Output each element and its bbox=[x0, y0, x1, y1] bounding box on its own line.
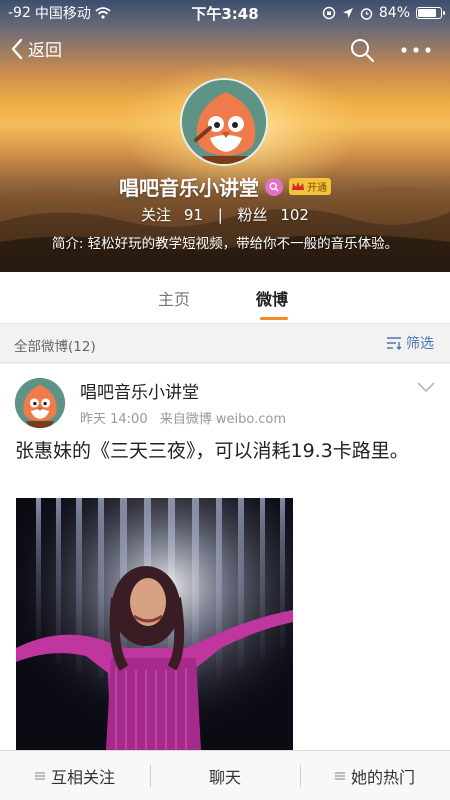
tab-weibo[interactable]: 微博 bbox=[256, 286, 288, 310]
orientation-lock-icon bbox=[322, 6, 336, 20]
followers-count: 102 bbox=[280, 206, 309, 224]
following-stat[interactable]: 关注 91 bbox=[141, 206, 208, 224]
search-icon[interactable] bbox=[348, 36, 376, 64]
followers-stat[interactable]: 粉丝 102 bbox=[238, 206, 309, 224]
location-icon bbox=[342, 8, 353, 18]
back-label: 返回 bbox=[28, 41, 62, 61]
followers-label: 粉丝 bbox=[237, 206, 268, 224]
singer-photo bbox=[16, 498, 293, 750]
chevron-left-icon bbox=[11, 38, 23, 59]
profile-name: 唱吧音乐小讲堂 bbox=[119, 176, 259, 200]
mascot-avatar-image bbox=[182, 80, 266, 164]
carrier-name: 中国移动 bbox=[34, 6, 91, 22]
filter-button[interactable]: 筛选 bbox=[386, 333, 434, 353]
all-posts-count: 全部微博(12) bbox=[14, 339, 96, 355]
crown-icon bbox=[292, 182, 304, 190]
more-icon[interactable] bbox=[398, 36, 434, 64]
her-popular-label: 她的热门 bbox=[350, 767, 415, 787]
active-tab-indicator bbox=[260, 317, 288, 320]
status-bar: -92 中国移动 下午3:48 84% bbox=[0, 0, 450, 26]
stats-separator: | bbox=[217, 206, 223, 224]
mutual-follow-label: 互相关注 bbox=[50, 767, 115, 787]
filter-bar: 全部微博(12) 筛选 bbox=[0, 325, 450, 363]
post-image[interactable] bbox=[16, 498, 293, 750]
status-left: -92 中国移动 bbox=[8, 3, 178, 23]
chevron-down-icon[interactable] bbox=[416, 380, 436, 394]
post-text: 张惠妹的《三天三夜》，可以消耗19.3卡路里。 bbox=[15, 440, 409, 462]
vip-label: 开通 bbox=[307, 183, 327, 194]
mascot-avatar-image bbox=[15, 378, 65, 428]
verified-icon[interactable] bbox=[265, 177, 283, 196]
profile-name-row: 唱吧音乐小讲堂 开通 bbox=[0, 172, 450, 201]
filter-label: 筛选 bbox=[406, 336, 434, 352]
search-small-icon bbox=[269, 181, 279, 191]
post-author-avatar[interactable] bbox=[15, 378, 65, 428]
profile-tabs: 主页 微博 bbox=[0, 272, 450, 324]
menu-icon bbox=[34, 771, 45, 780]
tab-home[interactable]: 主页 bbox=[158, 286, 190, 310]
profile-avatar[interactable] bbox=[180, 78, 268, 166]
battery-icon bbox=[416, 7, 445, 19]
post-card[interactable]: 唱吧音乐小讲堂 昨天 14:00 来自微博 weibo.com 张惠妹的《三天三… bbox=[0, 364, 450, 750]
chat-label: 聊天 bbox=[208, 767, 241, 787]
battery-fill bbox=[418, 9, 436, 17]
post-source: 来自微博 weibo.com bbox=[159, 412, 286, 427]
status-right: 84% bbox=[272, 5, 445, 21]
status-time: 下午3:48 bbox=[191, 4, 259, 23]
signal-strength: -92 bbox=[8, 5, 31, 21]
post-time: 昨天 14:00 bbox=[80, 412, 148, 427]
profile-stats: 关注 91 | 粉丝 102 bbox=[0, 204, 450, 225]
menu-icon bbox=[334, 771, 345, 780]
post-author-name[interactable]: 唱吧音乐小讲堂 bbox=[80, 378, 199, 403]
profile-action-bar: 互相关注 聊天 她的热门 bbox=[0, 750, 450, 800]
filter-icon bbox=[387, 337, 402, 350]
vip-badge[interactable]: 开通 bbox=[289, 178, 331, 195]
following-count: 91 bbox=[183, 206, 203, 224]
wifi-icon bbox=[95, 7, 111, 19]
post-meta: 昨天 14:00 来自微博 weibo.com bbox=[80, 408, 286, 427]
following-label: 关注 bbox=[141, 206, 172, 224]
alarm-icon bbox=[360, 7, 373, 20]
her-popular-button[interactable]: 她的热门 bbox=[300, 751, 450, 800]
battery-percent: 84% bbox=[378, 5, 410, 21]
back-button[interactable]: 返回 bbox=[10, 36, 62, 61]
mutual-follow-button[interactable]: 互相关注 bbox=[0, 751, 150, 800]
chat-button[interactable]: 聊天 bbox=[150, 751, 300, 800]
nav-bar: 返回 bbox=[0, 30, 450, 70]
profile-bio: 简介: 轻松好玩的教学短视频，带给你不一般的音乐体验。 bbox=[51, 236, 399, 252]
